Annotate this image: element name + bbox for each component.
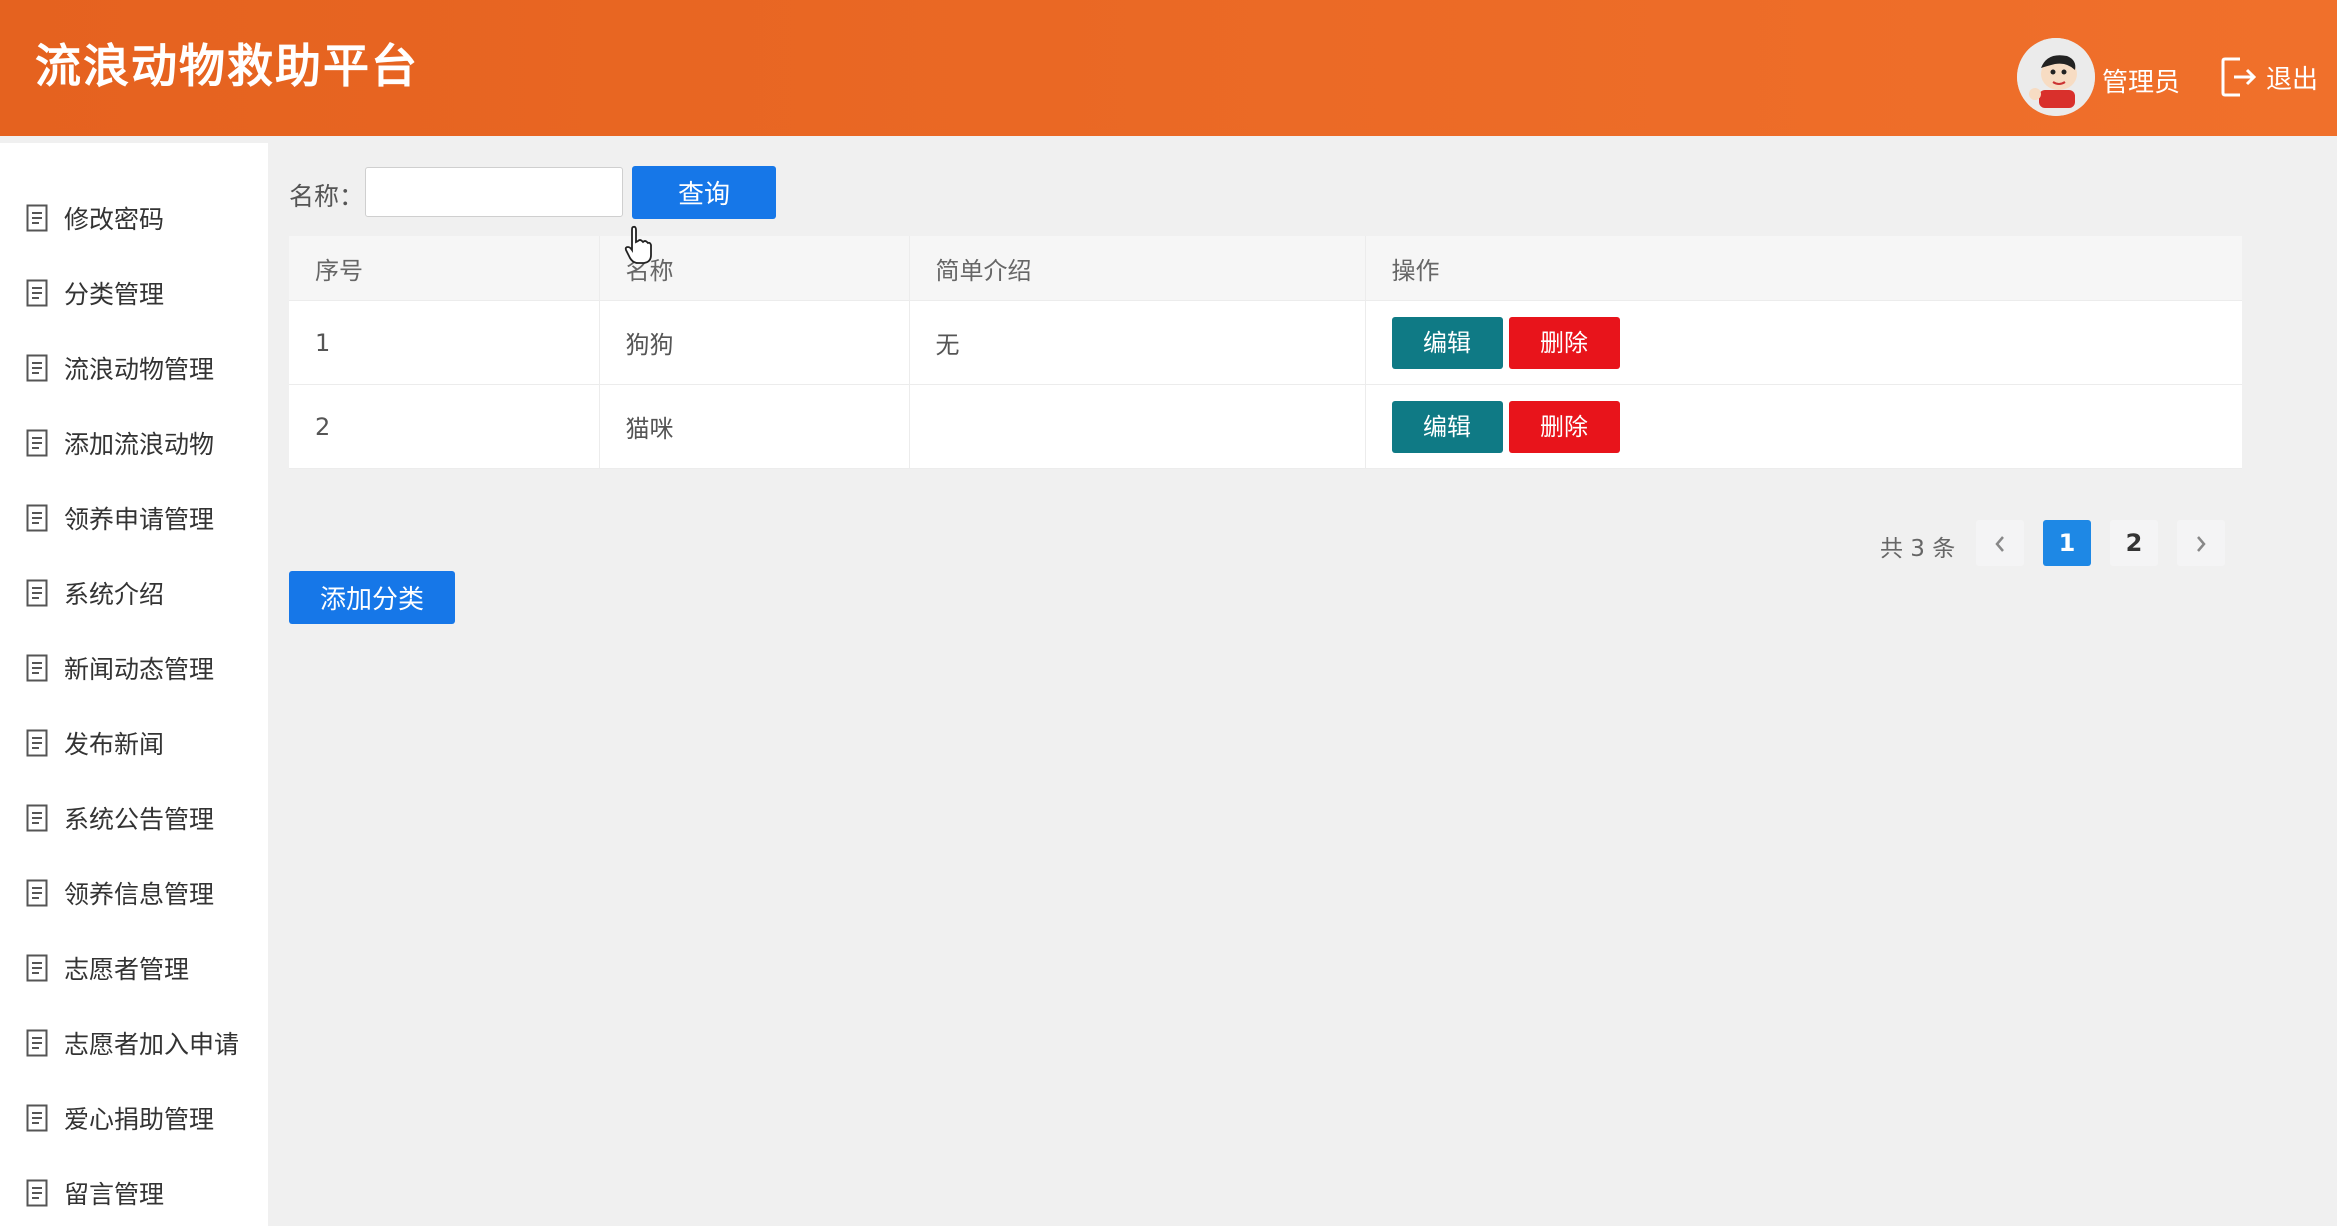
delete-button[interactable]: 删除	[1508, 316, 1620, 369]
sidebar-item-label: 新闻动态管理	[64, 655, 215, 684]
sidebar-item-label: 留言管理	[64, 1180, 165, 1209]
search-input[interactable]	[365, 167, 623, 217]
add-category-button[interactable]: 添加分类	[289, 571, 455, 624]
sidebar-item-label: 领养申请管理	[64, 505, 215, 534]
document-icon	[26, 879, 48, 907]
sidebar-item-category-management[interactable]: 分类管理	[0, 263, 268, 323]
document-icon	[26, 204, 48, 232]
logout-button[interactable]: 退出	[2220, 56, 2318, 98]
sidebar-item-add-stray-animal[interactable]: 添加流浪动物	[0, 413, 268, 473]
sidebar-item-label: 领养信息管理	[64, 880, 215, 909]
sidebar: 修改密码 分类管理 流浪动物管理 添加流浪动物 领养申请管理 系统介绍 新闻动态…	[0, 143, 268, 1226]
document-icon	[26, 654, 48, 682]
sidebar-item-label: 分类管理	[64, 280, 165, 309]
document-icon	[26, 354, 48, 382]
sidebar-item-label: 志愿者加入申请	[64, 1030, 240, 1059]
logout-icon	[2221, 57, 2257, 97]
document-icon	[26, 279, 48, 307]
pagination-page-1[interactable]: 1	[2043, 520, 2091, 566]
cell-name: 狗狗	[599, 300, 910, 385]
sidebar-item-label: 系统公告管理	[64, 805, 215, 834]
sidebar-item-label: 发布新闻	[64, 730, 165, 759]
edit-button[interactable]: 编辑	[1391, 400, 1503, 453]
sidebar-item-system-intro[interactable]: 系统介绍	[0, 563, 268, 623]
pagination-next-button[interactable]	[2177, 520, 2225, 566]
cell-actions: 编辑 删除	[1365, 300, 2242, 385]
document-icon	[26, 429, 48, 457]
cell-intro: 无	[909, 300, 1366, 385]
chevron-right-icon	[2197, 536, 2206, 552]
sidebar-item-news-management[interactable]: 新闻动态管理	[0, 638, 268, 698]
query-button[interactable]: 查询	[632, 166, 776, 219]
document-icon	[26, 1179, 48, 1207]
user-name: 管理员	[2102, 68, 2181, 98]
search-label: 名称：	[289, 182, 365, 211]
sidebar-item-publish-news[interactable]: 发布新闻	[0, 713, 268, 773]
sidebar-item-label: 爱心捐助管理	[64, 1105, 215, 1134]
pagination-prev-button[interactable]	[1976, 520, 2024, 566]
sidebar-item-announcement-management[interactable]: 系统公告管理	[0, 788, 268, 848]
cell-intro	[909, 384, 1366, 469]
logout-label: 退出	[2266, 64, 2319, 95]
sidebar-item-change-password[interactable]: 修改密码	[0, 188, 268, 248]
table-row: 2 猫咪 编辑 删除	[289, 384, 2242, 469]
cell-actions: 编辑 删除	[1365, 384, 2242, 469]
pagination-total: 共 3 条	[1880, 536, 1956, 562]
cell-name: 猫咪	[599, 384, 910, 469]
sidebar-item-adoption-application-management[interactable]: 领养申请管理	[0, 488, 268, 548]
sidebar-item-label: 流浪动物管理	[64, 355, 215, 384]
document-icon	[26, 804, 48, 832]
hand-cursor-icon	[624, 225, 652, 264]
delete-button[interactable]: 删除	[1508, 400, 1620, 453]
column-header-actions: 操作	[1365, 236, 2242, 301]
chevron-left-icon	[1995, 536, 2004, 552]
sidebar-item-label: 修改密码	[64, 205, 165, 234]
document-icon	[26, 1029, 48, 1057]
document-icon	[26, 954, 48, 982]
sidebar-item-volunteer-management[interactable]: 志愿者管理	[0, 938, 268, 998]
document-icon	[26, 729, 48, 757]
sidebar-item-stray-animal-management[interactable]: 流浪动物管理	[0, 338, 268, 398]
table-row: 1 狗狗 无 编辑 删除	[289, 300, 2242, 385]
sidebar-item-donation-management[interactable]: 爱心捐助管理	[0, 1088, 268, 1148]
document-icon	[26, 1104, 48, 1132]
category-table: 序号 名称 简单介绍 操作 1 狗狗 无 编辑 删除 2 猫咪 编辑 删除	[289, 236, 2242, 469]
sidebar-item-adoption-info-management[interactable]: 领养信息管理	[0, 863, 268, 923]
edit-button[interactable]: 编辑	[1391, 316, 1503, 369]
sidebar-item-label: 志愿者管理	[64, 955, 190, 984]
sidebar-item-label: 系统介绍	[64, 580, 165, 609]
column-header-index: 序号	[289, 236, 600, 301]
column-header-intro: 简单介绍	[909, 236, 1366, 301]
avatar[interactable]	[2017, 38, 2095, 116]
app-header: 流浪动物救助平台 管理员 退出	[0, 0, 2337, 136]
sidebar-item-volunteer-join-application[interactable]: 志愿者加入申请	[0, 1013, 268, 1073]
sidebar-item-label: 添加流浪动物	[64, 430, 215, 459]
table-header-row: 序号 名称 简单介绍 操作	[289, 236, 2242, 301]
cell-index: 2	[289, 384, 600, 469]
document-icon	[26, 579, 48, 607]
app-title: 流浪动物救助平台	[35, 39, 419, 93]
sidebar-item-message-management[interactable]: 留言管理	[0, 1163, 268, 1223]
pagination-page-2[interactable]: 2	[2110, 520, 2158, 566]
avatar-cartoon-icon	[2017, 38, 2095, 116]
document-icon	[26, 504, 48, 532]
cell-index: 1	[289, 300, 600, 385]
